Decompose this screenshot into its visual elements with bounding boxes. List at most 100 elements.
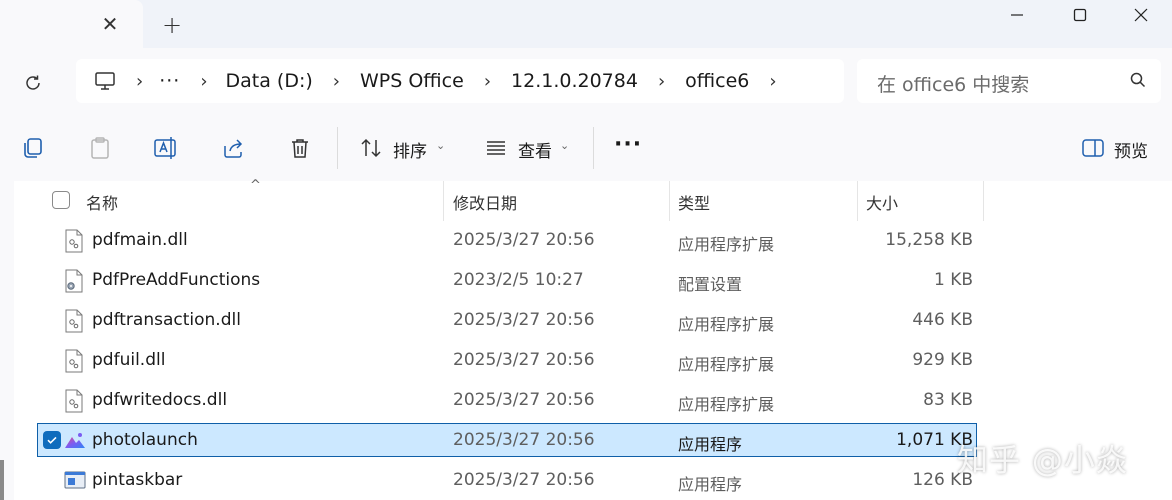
column-divider[interactable] — [983, 181, 984, 221]
file-name[interactable]: pintaskbar — [92, 470, 182, 490]
file-type: 应用程序扩展 — [678, 355, 775, 374]
file-date: 2025/3/27 20:56 — [453, 230, 595, 250]
rename-icon[interactable] — [153, 135, 179, 161]
file-date: 2025/3/27 20:56 — [453, 310, 595, 330]
close-icon — [1134, 8, 1148, 22]
file-name[interactable]: pdftransaction.dll — [92, 310, 241, 330]
breadcrumb-item[interactable]: Data (D:) — [226, 70, 313, 92]
app-window-icon — [64, 469, 86, 493]
file-row[interactable]: pdfmain.dll 2025/3/27 20:56 应用程序扩展 15,25… — [0, 221, 1172, 261]
tab-close-icon[interactable]: ✕ — [96, 10, 124, 38]
file-name[interactable]: photolaunch — [92, 430, 198, 450]
watermark-text: 知乎 @小焱 — [957, 443, 1128, 479]
search-box[interactable]: 在 office6 中搜索 — [857, 59, 1161, 103]
dll-file-icon — [64, 349, 84, 373]
column-date-header[interactable]: 修改日期 — [453, 190, 517, 214]
dll-file-icon — [64, 229, 84, 253]
select-all-checkbox[interactable] — [52, 191, 70, 209]
dll-file-icon — [64, 389, 84, 413]
file-size: 929 KB — [912, 350, 973, 370]
breadcrumb-separator[interactable]: › — [464, 71, 511, 92]
command-bar: 排序 ⌄ 查看 ⌄ ··· 预览 — [0, 115, 1172, 182]
file-date: 2023/2/5 10:27 — [453, 270, 584, 290]
file-row[interactable]: pdfwritedocs.dll 2025/3/27 20:56 应用程序扩展 … — [0, 381, 1172, 421]
file-name[interactable]: pdfwritedocs.dll — [92, 390, 227, 410]
paste-icon[interactable] — [87, 135, 113, 161]
new-tab-icon[interactable]: + — [157, 10, 187, 40]
file-row[interactable]: PdfPreAddFunctions 2023/2/5 10:27 配置设置 1… — [0, 261, 1172, 301]
more-options-button[interactable]: ··· — [614, 132, 642, 157]
file-date: 2025/3/27 20:56 — [453, 350, 595, 370]
file-type: 应用程序扩展 — [678, 315, 775, 334]
file-type: 应用程序扩展 — [678, 395, 775, 414]
view-chevron-down-icon[interactable]: ⌄ — [560, 139, 569, 152]
file-date: 2025/3/27 20:56 — [453, 390, 595, 410]
file-date: 2025/3/27 20:56 — [453, 470, 595, 490]
breadcrumb-separator[interactable]: › — [638, 71, 685, 92]
file-name[interactable]: PdfPreAddFunctions — [92, 270, 260, 290]
file-size: 15,258 KB — [885, 230, 973, 250]
file-type: 应用程序 — [678, 475, 743, 494]
breadcrumb-separator[interactable]: › — [749, 71, 796, 92]
close-window-button[interactable] — [1110, 0, 1172, 30]
column-header-row: ^ 名称 修改日期 类型 大小 — [14, 178, 1172, 221]
file-type: 应用程序扩展 — [678, 235, 775, 254]
file-date: 2025/3/27 20:56 — [453, 430, 595, 450]
this-pc-icon[interactable] — [76, 71, 116, 91]
breadcrumb-item[interactable]: 12.1.0.20784 — [511, 70, 638, 92]
sort-ascending-icon: ^ — [250, 178, 261, 193]
sort-button[interactable]: 排序 — [393, 137, 427, 162]
breadcrumb-overflow[interactable]: ··· — [159, 70, 180, 92]
breadcrumb-separator[interactable]: › — [313, 71, 360, 92]
minimize-button[interactable] — [986, 0, 1048, 30]
share-icon[interactable] — [220, 135, 246, 161]
column-divider[interactable] — [857, 181, 858, 221]
sort-chevron-down-icon[interactable]: ⌄ — [436, 139, 445, 152]
file-type: 应用程序 — [678, 435, 743, 454]
search-icon[interactable] — [1129, 71, 1147, 93]
breadcrumb-item[interactable]: WPS Office — [360, 70, 464, 92]
search-input[interactable]: 在 office6 中搜索 — [877, 70, 1029, 97]
checkmark-icon — [47, 436, 57, 444]
column-size-header[interactable]: 大小 — [866, 190, 898, 214]
address-bar[interactable]: › ··· › Data (D:) › WPS Office › 12.1.0.… — [76, 59, 844, 103]
column-type-header[interactable]: 类型 — [678, 190, 710, 214]
file-type: 配置设置 — [678, 275, 743, 294]
refresh-icon — [26, 75, 40, 90]
refresh-button[interactable] — [18, 68, 48, 98]
maximize-icon — [1073, 8, 1087, 22]
view-icon[interactable] — [483, 135, 509, 161]
maximize-button[interactable] — [1049, 0, 1111, 30]
column-name-header[interactable]: 名称 — [86, 190, 118, 214]
preview-button[interactable]: 预览 — [1114, 137, 1148, 162]
preview-pane-icon[interactable] — [1080, 135, 1106, 161]
view-button[interactable]: 查看 — [518, 137, 552, 162]
breadcrumb-separator[interactable]: › — [180, 71, 225, 92]
navigation-row: › ··· › Data (D:) › WPS Office › 12.1.0.… — [0, 48, 1172, 115]
file-size: 83 KB — [923, 390, 973, 410]
toolbar-divider — [593, 127, 594, 169]
file-explorer-window: ✕ + › ··· › Data (D:) › WPS Office › 12.… — [0, 0, 1172, 500]
file-row[interactable]: pdfuil.dll 2025/3/27 20:56 应用程序扩展 929 KB — [0, 341, 1172, 381]
toolbar-divider — [337, 127, 338, 169]
copy-icon[interactable] — [19, 135, 45, 161]
file-name[interactable]: pdfmain.dll — [92, 230, 188, 250]
dll-file-icon — [64, 309, 84, 333]
column-divider[interactable] — [669, 181, 670, 221]
sort-icon[interactable] — [358, 135, 384, 161]
minimize-icon — [1011, 14, 1023, 16]
row-checkbox-checked[interactable] — [43, 431, 61, 449]
explorer-tab[interactable]: ✕ — [0, 0, 143, 48]
file-size: 1 KB — [933, 270, 973, 290]
file-row[interactable]: pdftransaction.dll 2025/3/27 20:56 应用程序扩… — [0, 301, 1172, 341]
column-divider[interactable] — [443, 181, 444, 221]
breadcrumb-item-current[interactable]: office6 — [685, 70, 749, 92]
delete-icon[interactable] — [287, 135, 313, 161]
scrollbar-thumb[interactable] — [0, 460, 4, 500]
breadcrumb-separator[interactable]: › — [116, 71, 159, 92]
file-name[interactable]: pdfuil.dll — [92, 350, 165, 370]
config-file-icon — [64, 269, 84, 293]
file-size: 446 KB — [912, 310, 973, 330]
photo-app-icon — [64, 431, 85, 455]
title-bar: ✕ + — [0, 0, 1172, 48]
